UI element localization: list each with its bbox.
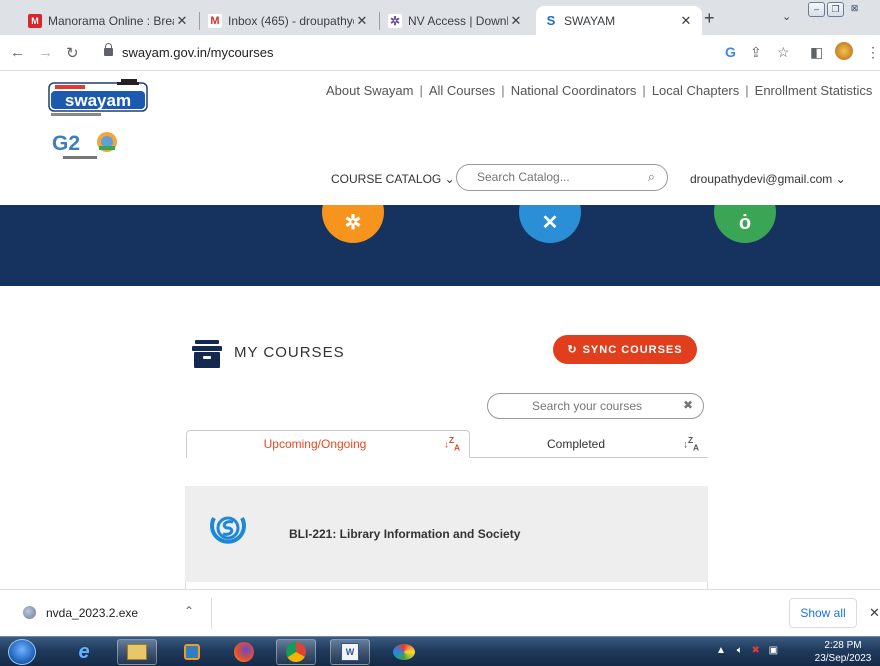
clock-date: 23/Sep/2023 [814,653,872,664]
my-courses-heading: MY COURSES [234,344,345,361]
manorama-icon: M [28,13,42,28]
google-translate-icon[interactable]: G [725,44,736,60]
nav-link-about[interactable]: About Swayam [326,83,413,98]
kebab-menu-icon[interactable]: ⋮ [866,44,880,61]
tab-search-chevron-icon[interactable]: ⌄ [782,10,791,23]
system-clock[interactable]: 2:28 PM 23/Sep/2023 [811,639,875,665]
catalog-search[interactable]: ⌕ [456,164,668,191]
sync-courses-button[interactable]: ↻ SYNC COURSES [553,335,697,364]
chevron-up-icon[interactable]: ⌃ [184,604,194,618]
new-tab-button[interactable]: + [704,8,715,29]
tab-upcoming-ongoing[interactable]: Upcoming/Ongoing ↓ZA [186,430,470,458]
course-search-input[interactable] [512,399,662,413]
system-tray: ▲ 🔈︎ ✖ ▣ [716,645,778,656]
browser-toolbar: ← → ↻ swayam.gov.in/mycourses G ⇪ ☆ ◧ ⋮ [0,35,880,71]
firefox-icon[interactable] [224,639,264,665]
chevron-down-icon: ⌄ [835,172,846,186]
person-icon: ȯ [714,205,776,243]
sort-az-icon[interactable]: ↓ZA [682,436,700,452]
media-player-icon[interactable] [172,639,212,665]
lock-icon [104,43,113,56]
show-all-downloads-button[interactable]: Show all [789,598,857,628]
gmail-icon: M [208,13,222,28]
svg-text:G2: G2 [52,132,80,155]
download-file-name[interactable]: nvda_2023.2.exe [46,606,138,620]
sort-az-icon[interactable]: ↓ZA [443,436,461,452]
action-center-icon[interactable]: ▣ [769,645,778,656]
close-window-icon[interactable]: ⊠ [846,2,863,17]
close-icon[interactable]: ✕ [174,13,190,29]
shelf-divider [211,598,212,629]
nav-link-local-chapters[interactable]: Local Chapters [652,83,739,98]
gear-tool-icon: ✲ [322,205,384,243]
maximize-icon[interactable]: ❐ [827,2,844,17]
nav-link-all-courses[interactable]: All Courses [429,83,495,98]
file-explorer-icon[interactable] [117,639,157,665]
file-icon [23,606,36,619]
nav-link-national-coordinators[interactable]: National Coordinators [511,83,637,98]
user-account-menu[interactable]: droupathydevi@gmail.com ⌄ [690,172,846,186]
catalog-search-input[interactable] [477,170,627,184]
close-icon[interactable]: ✕ [508,13,524,29]
clear-search-icon[interactable]: ✖ [683,398,693,412]
search-icon[interactable]: ⌕ [648,169,655,185]
minimize-icon[interactable]: – [808,2,825,17]
windows-taskbar: e W ▲ 🔈︎ ✖ ▣ 2:28 PM 23/Sep/2023 [0,636,880,666]
side-panel-icon[interactable]: ◧ [810,44,823,61]
course-search[interactable]: ✖ [487,393,704,419]
svg-text:swayam: swayam [65,91,131,110]
archive-box-icon [192,340,222,368]
user-email: droupathydevi@gmail.com [690,172,833,186]
refresh-icon: ↻ [567,344,578,356]
close-icon[interactable]: ✕ [354,13,370,29]
forward-arrow-icon[interactable]: → [38,44,53,61]
hero-banner: ✲ ✕ ȯ [0,205,880,286]
share-icon[interactable]: ⇪ [750,44,762,61]
volume-icon[interactable]: 🔈︎ [737,645,743,656]
course-tabs: Upcoming/Ongoing ↓ZA Completed ↓ZA [186,430,708,458]
course-catalog-label: COURSE CATALOG [331,172,442,186]
profile-avatar-icon[interactable] [835,42,853,60]
swayam-logo[interactable]: swayam [47,77,149,119]
download-shelf: nvda_2023.2.exe ⌃ Show all ✕ [0,589,880,636]
clock-time: 2:28 PM [824,640,862,651]
show-hidden-icons-icon[interactable]: ▲ [716,645,726,656]
chrome-icon[interactable] [276,639,316,665]
reload-icon[interactable]: ↻ [66,44,79,62]
windows-start-icon[interactable] [8,639,36,665]
g20-logo[interactable]: G2 [51,128,126,168]
word-icon[interactable]: W [330,639,370,665]
paint-icon[interactable] [384,639,424,665]
nav-link-enrollment-statistics[interactable]: Enrollment Statistics [755,83,873,98]
browser-tab-swayam[interactable]: S SWAYAM ✕ [536,6,702,35]
tab-completed[interactable]: Completed ↓ZA [470,430,708,458]
browser-tab-manorama[interactable]: M Manorama Online : Break ✕ [20,6,198,35]
course-title[interactable]: BLI-221: Library Information and Society [289,527,520,541]
close-icon[interactable]: ✕ [869,605,880,621]
back-arrow-icon[interactable]: ← [10,44,25,61]
address-bar-url[interactable]: swayam.gov.in/mycourses [122,45,273,60]
window-controls: – ❐ ⊠ [806,2,863,17]
nvaccess-icon: ✲ [388,13,402,28]
course-catalog-menu[interactable]: COURSE CATALOG ⌄ [331,172,455,186]
browser-tab-strip: M Manorama Online : Break ✕ M Inbox (465… [0,0,880,35]
top-navigation: About Swayam | All Courses | National Coordi… [326,83,873,98]
tools-icon: ✕ [519,205,581,243]
close-icon[interactable]: ✕ [678,13,694,29]
swayam-s-icon: S [544,13,558,28]
bookmark-star-icon[interactable]: ☆ [777,44,790,61]
browser-tab-nvaccess[interactable]: ✲ NV Access | Download NV ✕ [380,6,532,35]
course-card[interactable]: BLI-221: Library Information and Society [185,486,708,582]
chevron-down-icon: ⌄ [444,172,455,186]
browser-tab-gmail[interactable]: M Inbox (465) - droupathyd ✕ [200,6,378,35]
course-card-next [185,582,708,589]
internet-explorer-icon[interactable]: e [64,639,104,665]
ignou-logo-icon [210,516,246,544]
network-icon[interactable]: ✖ [751,645,759,656]
